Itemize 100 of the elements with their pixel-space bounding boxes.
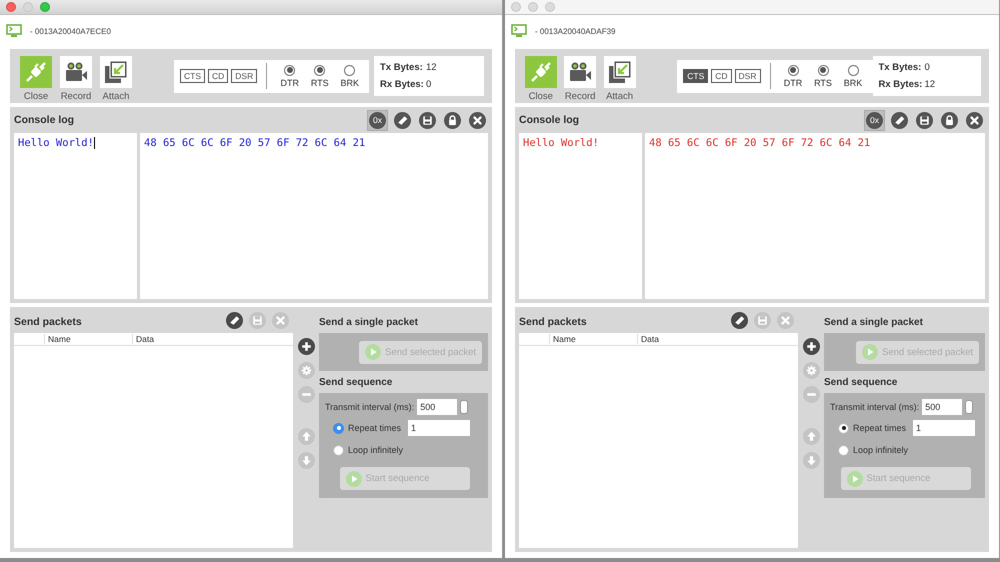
window-title: - 0013A20040A7ECE0 — [30, 26, 111, 36]
console-text: Hello World! — [18, 137, 94, 149]
radio-button[interactable] — [838, 422, 849, 434]
console-tool-button[interactable] — [889, 110, 910, 130]
interval-field[interactable]: 500 — [922, 399, 962, 415]
ascii-console[interactable]: Hello World! — [519, 133, 642, 299]
console-tool-button[interactable] — [392, 110, 413, 130]
play-icon — [846, 470, 862, 486]
save-icon — [419, 112, 436, 128]
add-icon[interactable] — [802, 338, 820, 355]
line-indicator: CD — [711, 69, 732, 83]
terminal-icon — [6, 24, 22, 38]
column-header[interactable]: Data — [637, 334, 659, 344]
hex-console[interactable]: 48 65 6C 6C 6F 20 57 6F 72 6C 64 21 — [645, 133, 985, 299]
toolbar-button[interactable] — [100, 56, 132, 88]
console-tool-button[interactable] — [914, 110, 935, 130]
toggle-label: DTR — [784, 78, 802, 88]
console-tool-button[interactable] — [417, 110, 438, 130]
toolbar-label: Close — [24, 91, 48, 102]
column-header[interactable]: Data — [132, 334, 154, 344]
console-tool-button[interactable] — [442, 110, 463, 130]
radio-toggle[interactable] — [818, 64, 828, 76]
field-label: Transmit interval (ms): — [325, 402, 414, 412]
field-label: Transmit interval (ms): — [830, 402, 920, 412]
toggle-label: BRK — [844, 78, 862, 88]
toggle-label: BRK — [340, 78, 359, 88]
eraser-icon — [394, 112, 411, 128]
toolbar-button[interactable] — [60, 56, 92, 88]
text-cursor — [94, 137, 95, 150]
console-tool-button[interactable] — [467, 110, 488, 130]
stepper[interactable] — [965, 400, 974, 414]
line-indicator: CD — [208, 69, 228, 83]
save-icon — [916, 112, 933, 128]
toggle-label: RTS — [814, 78, 832, 88]
counter-value: 0 — [426, 79, 432, 90]
radio-toggle[interactable] — [314, 64, 326, 76]
radio-toggle[interactable] — [344, 64, 356, 76]
section-title: Send a single packet — [319, 316, 419, 330]
interval-field[interactable]: 500 — [417, 399, 458, 415]
toggle-label: RTS — [310, 78, 329, 88]
line-indicator: CTS — [683, 69, 708, 83]
toolbar-label: Attach — [102, 91, 130, 102]
console-tool-button[interactable] — [939, 110, 960, 130]
panel-title: Console log — [519, 114, 580, 126]
option-label: Repeat times — [853, 423, 906, 433]
console-tool-button[interactable] — [964, 110, 985, 130]
counter-value: 0 — [924, 62, 930, 73]
option-label: Repeat times — [348, 423, 402, 433]
option-label: Loop infinitely — [853, 445, 908, 455]
eraser-icon[interactable] — [731, 312, 748, 329]
lock-icon — [444, 112, 461, 128]
option-label: Loop infinitely — [348, 445, 404, 455]
column-header[interactable]: Name — [549, 334, 637, 344]
column-header[interactable]: Name — [44, 334, 132, 344]
radio-toggle[interactable] — [284, 64, 296, 76]
line-indicator: CTS — [180, 69, 205, 83]
radio-button[interactable] — [333, 444, 344, 456]
radio-button[interactable] — [333, 422, 344, 434]
counter-value: 12 — [426, 62, 437, 73]
hex-button[interactable]: 0x — [367, 110, 388, 130]
play-icon — [365, 344, 382, 360]
line-indicator: DSR — [231, 69, 258, 83]
repeat-field[interactable]: 1 — [913, 420, 976, 436]
hex-console[interactable]: 48 65 6C 6C 6F 20 57 6F 72 6C 64 21 — [140, 133, 488, 299]
toolbar-label: Close — [528, 91, 553, 102]
lock-icon — [941, 112, 958, 128]
attach-window-icon — [606, 59, 633, 85]
section-title: Send a single packet — [824, 316, 924, 330]
window-title: - 0013A20040ADAF39 — [535, 26, 616, 36]
ascii-console[interactable]: Hello World! — [14, 133, 137, 299]
eraser-icon — [891, 112, 908, 128]
panel-title: Send packets — [14, 316, 82, 328]
close-icon — [966, 112, 983, 128]
section-title: Send sequence — [319, 376, 394, 390]
radio-toggle[interactable] — [788, 64, 798, 76]
radio-button[interactable] — [838, 444, 849, 456]
toolbar-button[interactable] — [564, 56, 596, 88]
hex-button[interactable]: 0x — [864, 110, 885, 130]
toolbar-label: Record — [60, 91, 92, 102]
counter-label: Rx Bytes: — [380, 79, 425, 90]
radio-toggle[interactable] — [848, 64, 858, 76]
eraser-icon[interactable] — [226, 312, 243, 329]
counter-label: Rx Bytes: — [878, 79, 924, 90]
section-title: Send sequence — [824, 376, 898, 390]
close-icon — [469, 112, 486, 128]
play-icon — [862, 344, 878, 360]
console-text: 48 65 6C 6C 6F 20 57 6F 72 6C 64 21 — [649, 137, 870, 149]
toolbar-label: Record — [564, 91, 596, 102]
stepper[interactable] — [460, 400, 468, 414]
terminal-icon — [511, 24, 527, 38]
add-icon[interactable] — [298, 338, 314, 355]
toggle-label: DTR — [280, 78, 299, 88]
toolbar-label: Attach — [606, 91, 634, 102]
console-text: Hello World! — [523, 137, 599, 149]
console-text: 48 65 6C 6C 6F 20 57 6F 72 6C 64 21 — [144, 137, 366, 149]
line-indicator: DSR — [734, 69, 760, 83]
repeat-field[interactable]: 1 — [408, 420, 470, 436]
toolbar-button[interactable] — [604, 56, 636, 88]
counter-label: Tx Bytes: — [380, 62, 424, 73]
counter-value: 12 — [924, 79, 936, 90]
